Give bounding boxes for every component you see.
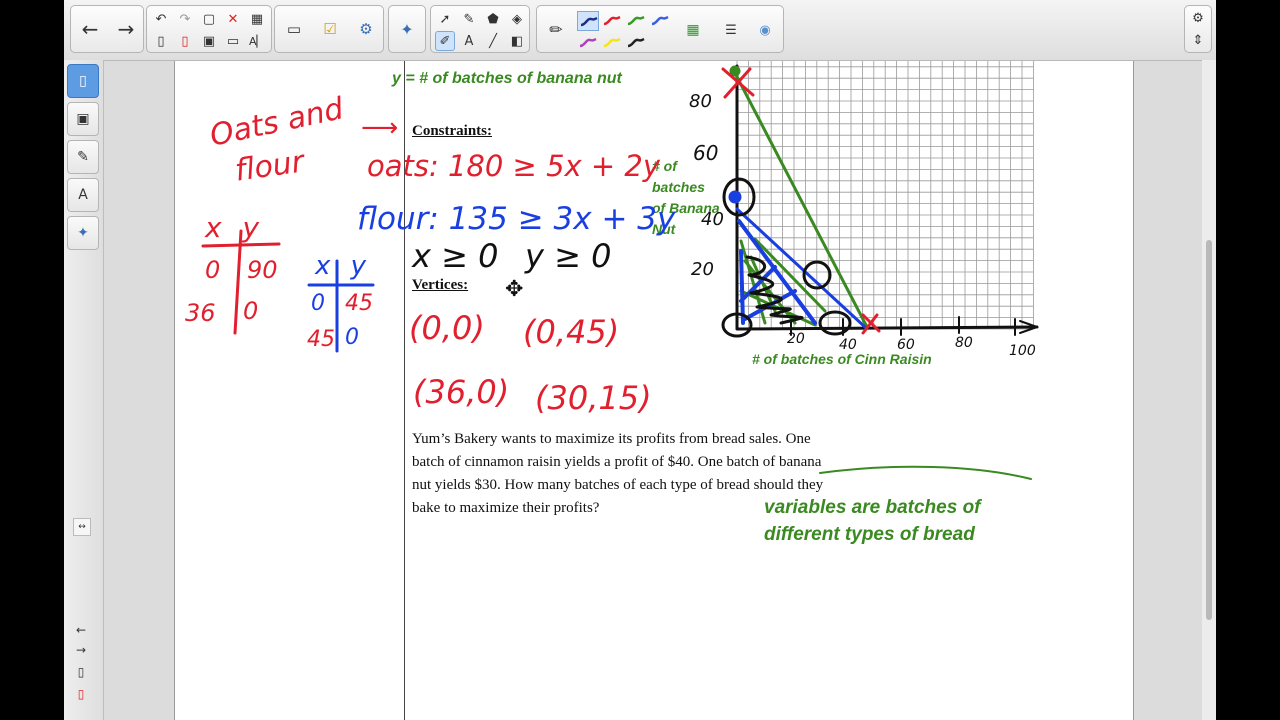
pen-color-swatch[interactable]: [625, 33, 647, 53]
back-arrow-icon[interactable]: ←: [73, 9, 107, 49]
vertex-circle-36-0: [818, 310, 852, 336]
collapse-sidebar-icon[interactable]: ↔: [73, 518, 91, 536]
pdf-icon[interactable]: ▯: [175, 31, 195, 51]
pen-icon[interactable]: ✐: [435, 31, 455, 51]
pen-color-swatch[interactable]: [649, 11, 671, 31]
settings-icon[interactable]: ⚙: [1188, 8, 1208, 28]
addon-group: ✦: [388, 5, 426, 53]
settings-group: ⚙ ⇕: [1184, 5, 1212, 53]
toolbar-position-icon[interactable]: ⇕: [1188, 30, 1208, 50]
save-icon[interactable]: ▣: [199, 31, 219, 51]
fill-effect-icon[interactable]: ◉: [755, 20, 775, 40]
screen-shade-icon[interactable]: ▭: [277, 9, 311, 49]
response-icon[interactable]: ⚙: [349, 9, 383, 49]
line-style-icon[interactable]: ☰: [721, 20, 741, 40]
pen-color-swatch[interactable]: [625, 11, 647, 31]
sidebar: ▯ ▣ ✎ A ✦ ↔ ← → ▯ ▯: [64, 60, 104, 720]
pen-color-swatch[interactable]: [577, 33, 599, 53]
pen-color-swatch[interactable]: [577, 11, 599, 31]
underline-stroke: [819, 465, 1032, 480]
pen-tool-icon[interactable]: ✏: [539, 9, 573, 49]
edit-group: ↶ ↷ ▢ ✕ ▦ ▯ ▯ ▣ ▭ A▏: [146, 5, 272, 53]
undo-icon[interactable]: ↶: [151, 9, 171, 29]
table-icon[interactable]: ▦: [247, 9, 267, 29]
check-icon[interactable]: ☑: [313, 9, 347, 49]
pen-color-swatch[interactable]: [601, 33, 623, 53]
color-palette-icon[interactable]: ▦: [683, 20, 703, 40]
pdf-export-icon[interactable]: ▯: [73, 686, 89, 702]
scrollbar-thumb[interactable]: [1206, 240, 1212, 620]
select-draw-group: ➚ ✎ ⬟ ◈ ✐ A ╱ ◧: [430, 5, 530, 53]
magic-pen-icon[interactable]: ✎: [459, 9, 479, 29]
text-format-icon[interactable]: A▏: [247, 31, 267, 51]
properties-tab[interactable]: A: [67, 178, 99, 212]
add-ons-tab[interactable]: ✦: [67, 216, 99, 250]
attachments-tab[interactable]: ✎: [67, 140, 99, 174]
nav-group: ← →: [70, 5, 144, 53]
delete-icon[interactable]: ✕: [223, 9, 243, 29]
new-page-icon[interactable]: ▢: [199, 9, 219, 29]
text-icon[interactable]: A: [459, 31, 479, 51]
toolbar: ← → ↶ ↷ ▢ ✕ ▦ ▯ ▯ ▣ ▭ A▏ ▭ ☑ ⚙ ✦ ➚ ✎ ⬟ ◈: [64, 0, 1216, 61]
page-sorter-tab[interactable]: ▯: [67, 64, 99, 98]
redo-icon[interactable]: ↷: [175, 9, 195, 29]
next-page-icon[interactable]: →: [73, 642, 89, 658]
vertex-dot: [728, 190, 742, 204]
eraser-icon[interactable]: ◧: [507, 31, 527, 51]
tools-group: ▭ ☑ ⚙: [274, 5, 384, 53]
puzzle-icon[interactable]: ✦: [390, 9, 424, 49]
select-arrow-icon[interactable]: ➚: [435, 9, 455, 29]
graph-axes: [735, 64, 1039, 331]
ink-overlay: [201, 64, 1039, 480]
pen-color-swatch[interactable]: [601, 11, 623, 31]
forward-arrow-icon[interactable]: →: [109, 9, 143, 49]
pen-style-group: ✏ ▦ ☰ ◉: [536, 5, 784, 53]
line-icon[interactable]: ╱: [483, 31, 503, 51]
smartboard-app: ← → ↶ ↷ ▢ ✕ ▦ ▯ ▯ ▣ ▭ A▏ ▭ ☑ ⚙ ✦ ➚ ✎ ⬟ ◈: [64, 0, 1216, 720]
gallery-tab[interactable]: ▣: [67, 102, 99, 136]
previous-page-icon[interactable]: ←: [73, 622, 89, 638]
open-icon[interactable]: ▯: [73, 664, 89, 680]
vertical-scrollbar[interactable]: [1202, 60, 1216, 720]
open-file-icon[interactable]: ▯: [151, 31, 171, 51]
whiteboard-page[interactable]: y = # of batches of banana nut Constrain…: [174, 61, 1134, 720]
fill-icon[interactable]: ◈: [507, 9, 527, 29]
screen-icon[interactable]: ▭: [223, 31, 243, 51]
shape-icon[interactable]: ⬟: [483, 9, 503, 29]
